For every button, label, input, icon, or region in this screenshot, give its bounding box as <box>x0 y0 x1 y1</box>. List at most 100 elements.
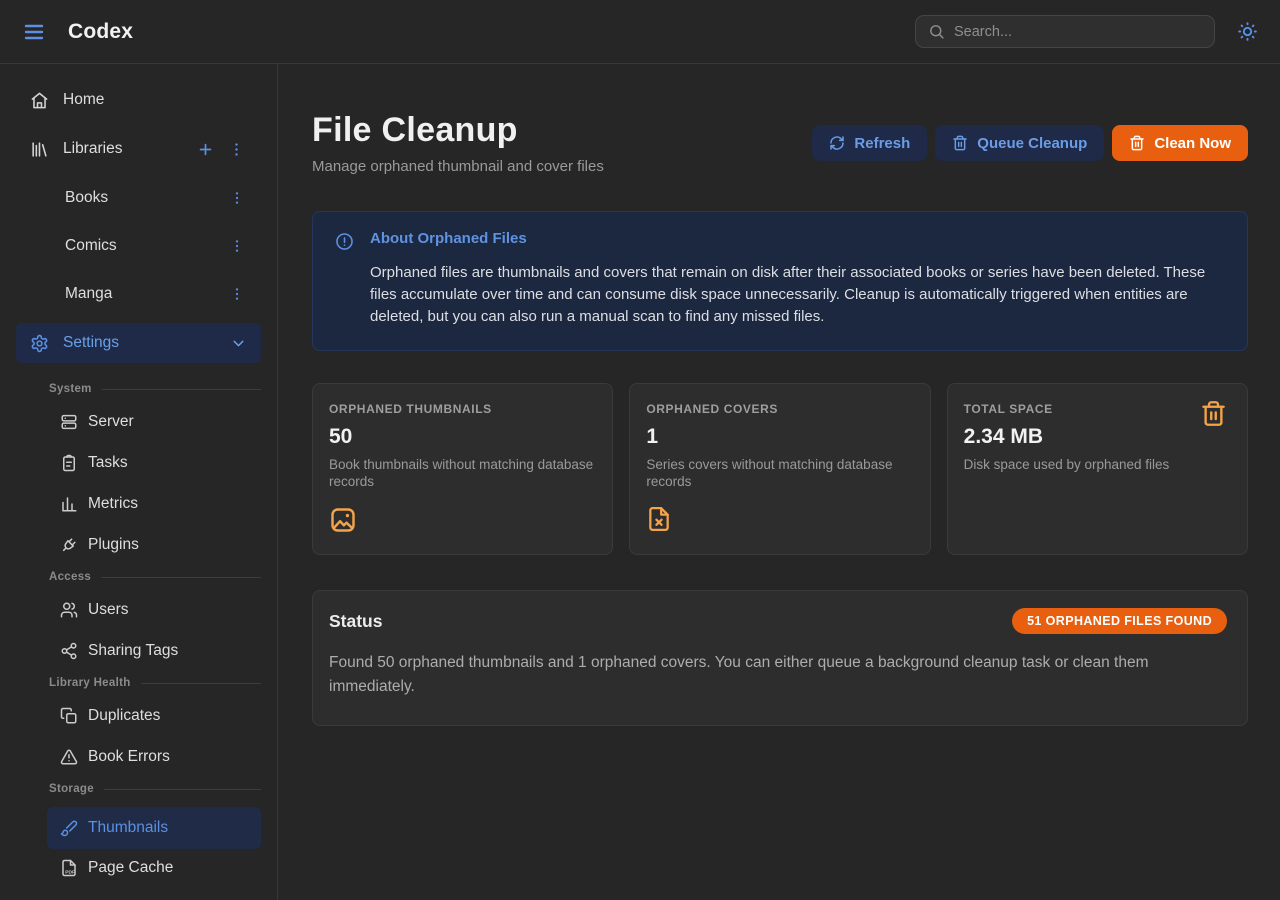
stat-description: Disk space used by orphaned files <box>964 456 1231 473</box>
section-title: System <box>49 383 92 395</box>
sidebar-item-label: Sharing Tags <box>88 642 178 660</box>
section-title: Access <box>49 571 91 583</box>
sidebar-item-label: Users <box>88 601 128 619</box>
info-panel-title: About Orphaned Files <box>370 230 1227 247</box>
plug-icon <box>60 536 78 554</box>
section-divider <box>102 389 261 390</box>
stat-value: 1 <box>646 425 913 449</box>
trash-icon <box>1200 400 1227 427</box>
search-icon <box>928 23 945 40</box>
refresh-button[interactable]: Refresh <box>812 125 927 161</box>
app-header: Codex <box>0 0 1280 64</box>
sidebar-item-thumbnails[interactable]: Thumbnails <box>47 807 261 849</box>
users-icon <box>60 601 78 619</box>
sidebar-item-label: Settings <box>63 334 119 352</box>
status-heading: Status <box>329 611 382 632</box>
share-icon <box>60 642 78 660</box>
server-icon <box>60 413 78 431</box>
copy-icon <box>60 707 78 725</box>
home-icon <box>30 91 49 110</box>
sidebar-item-settings[interactable]: Settings <box>16 323 261 363</box>
clean-now-button[interactable]: Clean Now <box>1112 125 1248 161</box>
stat-card-orphaned-covers: ORPHANED COVERS 1 Series covers without … <box>629 383 930 555</box>
dots-vertical-icon <box>229 238 245 254</box>
clipboard-icon <box>60 454 78 472</box>
sidebar-item-page-cache[interactable]: PDF Page Cache <box>47 853 261 883</box>
sidebar-item-plugins[interactable]: Plugins <box>47 530 261 560</box>
dots-vertical-icon <box>228 141 245 158</box>
refresh-button-label: Refresh <box>854 135 910 152</box>
sidebar-item-books[interactable]: Books <box>16 183 261 213</box>
sidebar-item-label: Comics <box>65 237 117 255</box>
stat-card-total-space: TOTAL SPACE 2.34 MB Disk space used by o… <box>947 383 1248 555</box>
image-icon <box>329 506 596 534</box>
sidebar-item-libraries[interactable]: Libraries <box>16 134 261 164</box>
manga-menu-button[interactable] <box>227 284 247 304</box>
stat-label: ORPHANED THUMBNAILS <box>329 402 596 416</box>
sidebar-item-label: Book Errors <box>88 748 170 766</box>
sidebar-item-metrics[interactable]: Metrics <box>47 489 261 519</box>
orphaned-files-badge: 51 ORPHANED FILES FOUND <box>1012 608 1227 634</box>
info-panel-body: Orphaned files are thumbnails and covers… <box>370 262 1227 328</box>
search-bar[interactable] <box>915 15 1215 48</box>
delete-orphaned-files-button[interactable] <box>1200 400 1227 427</box>
libraries-menu-button[interactable] <box>226 139 247 160</box>
main-content: File Cleanup Manage orphaned thumbnail a… <box>278 64 1280 900</box>
sidebar-item-label: Page Cache <box>88 859 173 877</box>
sidebar-item-home[interactable]: Home <box>16 85 261 115</box>
sidebar-item-label: Libraries <box>63 140 122 158</box>
sidebar-item-label: Home <box>63 91 104 109</box>
comics-menu-button[interactable] <box>227 236 247 256</box>
menu-button[interactable] <box>16 14 52 50</box>
section-header-access: Access <box>16 571 261 583</box>
stat-card-orphaned-thumbnails: ORPHANED THUMBNAILS 50 Book thumbnails w… <box>312 383 613 555</box>
sidebar-item-label: Thumbnails <box>88 819 168 837</box>
sidebar-item-label: Manga <box>65 285 112 303</box>
search-input[interactable] <box>954 24 1202 40</box>
refresh-icon <box>829 135 845 151</box>
about-orphaned-files-panel: About Orphaned Files Orphaned files are … <box>312 211 1248 351</box>
queue-cleanup-button[interactable]: Queue Cleanup <box>935 125 1104 161</box>
queue-cleanup-button-label: Queue Cleanup <box>977 135 1087 152</box>
section-divider <box>101 577 261 578</box>
sidebar-item-label: Server <box>88 413 134 431</box>
sidebar-item-sharing-tags[interactable]: Sharing Tags <box>47 636 261 666</box>
sidebar-item-label: Duplicates <box>88 707 160 725</box>
sidebar-item-label: Plugins <box>88 536 139 554</box>
books-menu-button[interactable] <box>227 188 247 208</box>
trash-icon <box>952 135 968 151</box>
file-x-icon <box>646 506 913 532</box>
alert-triangle-icon <box>60 748 78 766</box>
sidebar-item-book-errors[interactable]: Book Errors <box>47 742 261 772</box>
sidebar-item-manga[interactable]: Manga <box>16 279 261 309</box>
chevron-down-icon <box>230 335 247 352</box>
bar-chart-icon <box>60 495 78 513</box>
sun-icon <box>1237 21 1258 42</box>
plus-icon <box>197 141 214 158</box>
sidebar: Home Libraries Books Comics <box>0 64 278 900</box>
stat-label: TOTAL SPACE <box>964 402 1231 416</box>
stat-description: Book thumbnails without matching databas… <box>329 456 596 490</box>
add-library-button[interactable] <box>195 139 216 160</box>
sidebar-item-tasks[interactable]: Tasks <box>47 448 261 478</box>
svg-text:PDF: PDF <box>65 869 75 875</box>
sidebar-item-duplicates[interactable]: Duplicates <box>47 701 261 731</box>
pdf-file-icon: PDF <box>60 859 78 877</box>
section-title: Library Health <box>49 677 131 689</box>
sidebar-item-comics[interactable]: Comics <box>16 231 261 261</box>
theme-toggle-button[interactable] <box>1233 17 1262 46</box>
sidebar-item-users[interactable]: Users <box>47 595 261 625</box>
sidebar-item-server[interactable]: Server <box>47 407 261 437</box>
section-header-storage: Storage <box>16 783 261 795</box>
stat-value: 2.34 MB <box>964 425 1231 449</box>
info-icon <box>335 232 354 328</box>
stat-description: Series covers without matching database … <box>646 456 913 490</box>
page-title: File Cleanup <box>312 111 604 150</box>
paintbrush-icon <box>60 819 78 837</box>
status-panel: Status 51 ORPHANED FILES FOUND Found 50 … <box>312 590 1248 726</box>
sidebar-item-label: Books <box>65 189 108 207</box>
stat-label: ORPHANED COVERS <box>646 402 913 416</box>
gear-icon <box>30 334 49 353</box>
library-icon <box>30 140 49 159</box>
stat-cards: ORPHANED THUMBNAILS 50 Book thumbnails w… <box>312 383 1248 555</box>
